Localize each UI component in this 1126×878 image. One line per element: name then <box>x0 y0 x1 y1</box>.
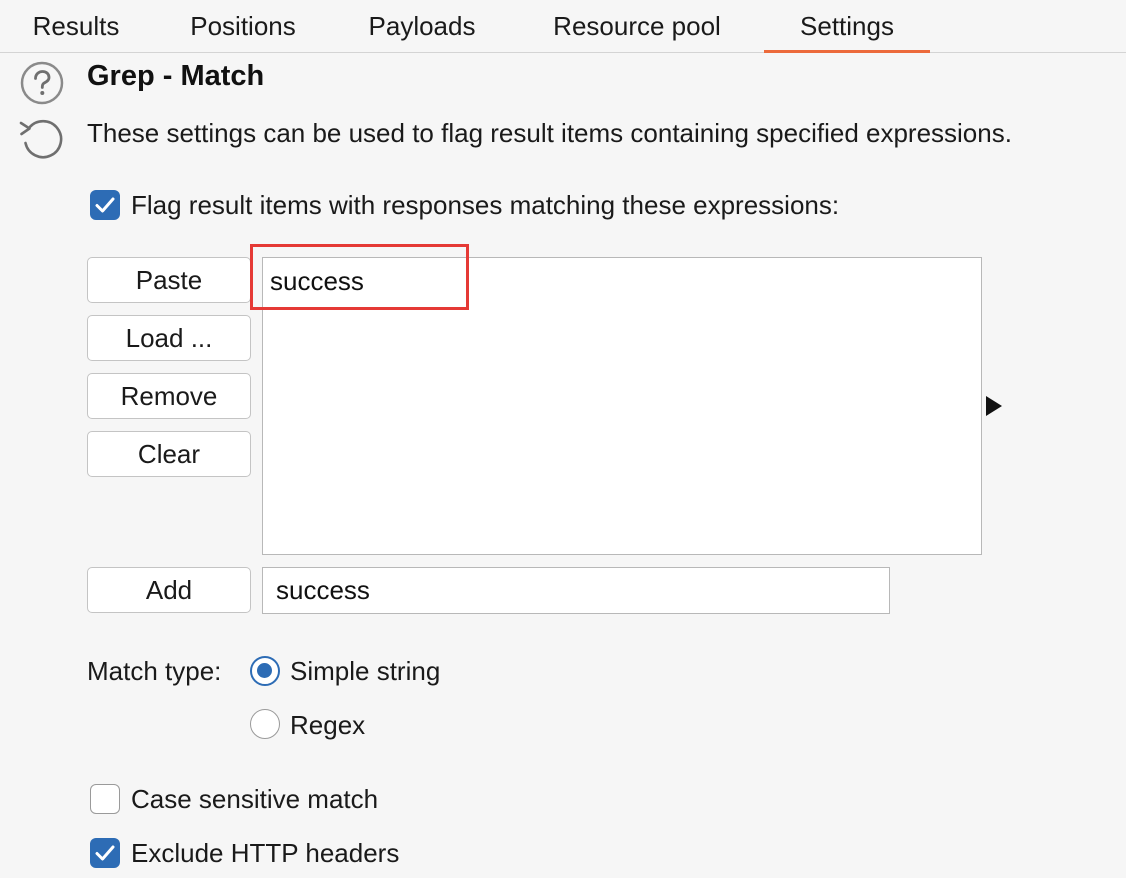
add-button[interactable]: Add <box>87 567 251 613</box>
highlight-box <box>250 244 469 310</box>
case-sensitive-label: Case sensitive match <box>131 784 379 814</box>
triangle-right-icon[interactable] <box>986 396 1002 416</box>
tab-settings[interactable]: Settings <box>764 0 930 53</box>
regex-label: Regex <box>290 710 366 740</box>
tab-results[interactable]: Results <box>29 0 123 52</box>
load-button[interactable]: Load ... <box>87 315 251 361</box>
add-expression-input[interactable] <box>262 567 890 614</box>
help-circle-icon[interactable] <box>19 60 65 106</box>
section-description: These settings can be used to flag resul… <box>87 118 1012 148</box>
tab-payloads[interactable]: Payloads <box>364 0 480 52</box>
exclude-http-headers-checkbox[interactable] <box>90 838 120 868</box>
reset-icon[interactable] <box>17 115 67 163</box>
tab-positions[interactable]: Positions <box>186 0 300 52</box>
section-title: Grep - Match <box>87 60 265 92</box>
clear-button[interactable]: Clear <box>87 431 251 477</box>
match-type-label: Match type: <box>87 656 222 686</box>
remove-button[interactable]: Remove <box>87 373 251 419</box>
flag-result-items-label: Flag result items with responses matchin… <box>131 190 840 220</box>
paste-button[interactable]: Paste <box>87 257 251 303</box>
regex-radio[interactable] <box>250 709 280 739</box>
case-sensitive-checkbox[interactable] <box>90 784 120 814</box>
simple-string-label: Simple string <box>290 656 441 686</box>
tab-bar: Results Positions Payloads Resource pool… <box>0 0 1126 53</box>
flag-result-items-checkbox[interactable] <box>90 190 120 220</box>
exclude-http-headers-label: Exclude HTTP headers <box>131 838 400 868</box>
tab-resource-pool[interactable]: Resource pool <box>544 0 730 52</box>
simple-string-radio[interactable] <box>250 656 280 686</box>
